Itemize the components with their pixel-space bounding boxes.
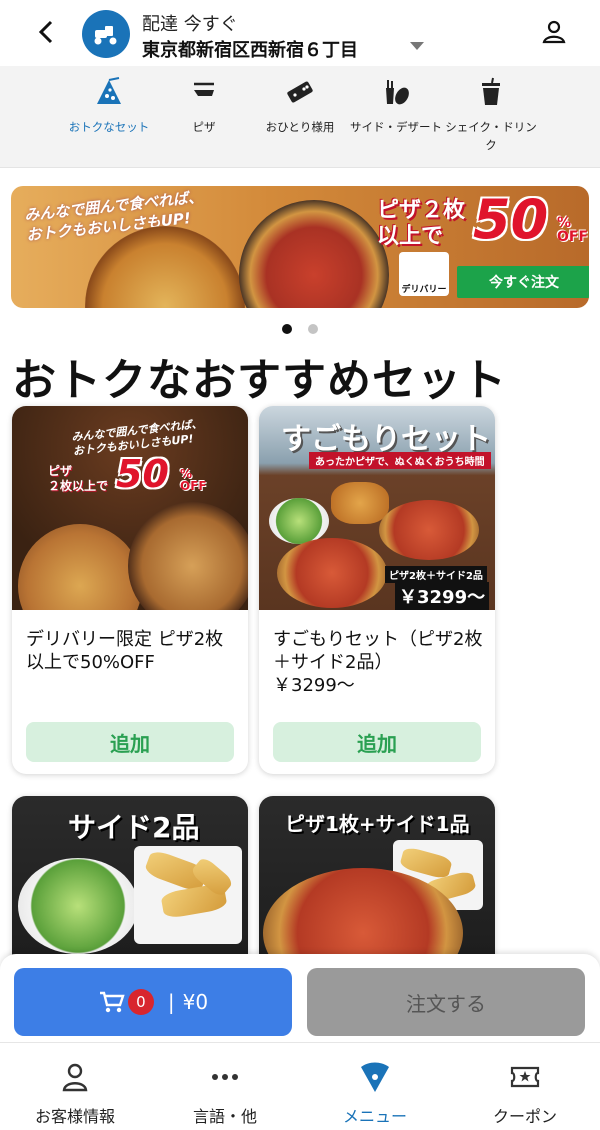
menu-pizza-icon: [361, 1062, 389, 1092]
salad-image: [269, 498, 329, 544]
banner-percent: %: [557, 215, 572, 231]
side-dessert-icon: [386, 80, 409, 105]
cart-icon: [99, 991, 125, 1013]
bottom-navigation: お客様情報 言語・他 メニュー クーポン: [0, 1042, 600, 1130]
carousel-dot-active[interactable]: [282, 324, 292, 334]
pizza-image: [277, 538, 387, 608]
category-tab-pizza[interactable]: ピザ: [156, 66, 252, 168]
banner-off: OFF: [557, 229, 589, 245]
product-image: みんなで囲んで食べれば、 おトクもおいしさもUP! ピザ ２枚以上で 50 % …: [12, 406, 248, 610]
pizza-icon: [194, 82, 214, 96]
category-label: シェイク・ドリンク: [445, 120, 537, 152]
pizza-image: [379, 500, 479, 560]
image-promo-line1: ピザ: [48, 464, 73, 478]
image-promo-line2: ２枚以上で: [48, 479, 109, 493]
category-label: おひとり様用: [265, 120, 335, 134]
banner-promo-line2: 以上で: [377, 224, 444, 249]
delivery-address[interactable]: 東京都新宿区西新宿６丁目: [142, 36, 358, 62]
image-promo: ピザ ２枚以上で: [48, 464, 108, 494]
image-discount-unit: % OFF: [180, 468, 207, 492]
nav-menu[interactable]: メニュー: [300, 1043, 450, 1130]
salad-image: [18, 858, 138, 954]
cart-separator: |: [167, 990, 175, 1014]
nav-customer-info[interactable]: お客様情報: [0, 1043, 150, 1130]
category-tab-deal-sets[interactable]: おトクなセット: [61, 66, 157, 168]
pizza-image: [18, 524, 142, 610]
banner-discount: 50: [473, 188, 549, 251]
caret-down-icon[interactable]: [410, 42, 424, 50]
order-now-button[interactable]: 今すぐ注文: [457, 266, 589, 298]
coupon-ticket-icon: [510, 1066, 540, 1088]
pizza-slice-icon: [97, 77, 121, 104]
nav-language-other[interactable]: 言語・他: [150, 1043, 300, 1130]
product-name: すごもりセット（ピザ2枚＋サイド2品） ￥3299〜: [273, 629, 483, 696]
image-headline: ピザ1枚+サイド1品: [285, 812, 470, 836]
back-arrow-icon: [38, 20, 53, 44]
image-price: ￥3299〜: [395, 582, 490, 610]
category-label: おトクなセット: [68, 120, 150, 134]
nav-label: メニュー: [342, 1107, 407, 1126]
back-button[interactable]: [28, 14, 64, 50]
account-icon: [542, 20, 566, 44]
carousel-indicator: [280, 324, 320, 336]
image-discount: 50: [116, 452, 169, 496]
category-bar: おトクなセット ピザ おひとり様用 サイド・デザート シェイク・ドリンク: [0, 66, 600, 168]
product-card[interactable]: すごもりセット あったかピザで、ぬくぬくおうち時間 ピザ2枚＋サイド2品 ￥32…: [259, 406, 495, 774]
account-button[interactable]: [538, 16, 570, 48]
banner-discount-unit: % OFF: [557, 216, 588, 244]
cart-count-badge: 0: [127, 989, 154, 1015]
product-card[interactable]: みんなで囲んで食べれば、 おトクもおいしさもUP! ピザ ２枚以上で 50 % …: [12, 406, 248, 774]
category-label: ピザ: [192, 120, 216, 134]
app-header: 配達 今すぐ 東京都新宿区西新宿６丁目: [0, 0, 600, 66]
add-button[interactable]: 追加: [273, 722, 481, 762]
product-image: すごもりセット あったかピザで、ぬくぬくおうち時間 ピザ2枚＋サイド2品 ￥32…: [259, 406, 495, 610]
scooter-icon: [82, 10, 130, 58]
drink-icon: [482, 77, 500, 105]
category-tab-drinks[interactable]: シェイク・ドリンク: [443, 66, 539, 168]
person-icon: [62, 1063, 88, 1092]
chicken-image: [331, 482, 389, 524]
category-tab-single[interactable]: おひとり様用: [252, 66, 348, 168]
domino-icon: [287, 81, 313, 103]
image-subtitle: あったかピザで、ぬくぬくおうち時間: [309, 452, 491, 469]
cart-button[interactable]: 0 | ¥0: [14, 968, 292, 1036]
product-name: デリバリー限定 ピザ2枚以上で50%OFF: [26, 629, 224, 673]
pizza-image: [85, 226, 245, 308]
nav-coupon[interactable]: クーポン: [450, 1043, 600, 1130]
category-tab-side-dessert[interactable]: サイド・デザート: [348, 66, 444, 168]
image-headline: サイド2品: [68, 811, 200, 844]
delivery-logo: デリバリー: [399, 252, 449, 296]
image-off: OFF: [180, 479, 207, 493]
delivery-mode[interactable]: 配達 今すぐ: [142, 10, 238, 36]
more-dots-icon: [212, 1074, 238, 1080]
cart-total: ¥0: [182, 990, 209, 1014]
carousel-dot[interactable]: [308, 324, 318, 334]
pizza-image: [239, 200, 389, 308]
nav-label: クーポン: [492, 1107, 557, 1126]
nav-label: お客様情報: [34, 1107, 115, 1126]
pizza-image: [128, 502, 248, 610]
category-label: サイド・デザート: [350, 120, 442, 134]
add-button[interactable]: 追加: [26, 722, 234, 762]
promo-banner[interactable]: みんなで囲んで食べれば、 おトクもおいしさもUP! ピザ２枚 以上で 50 % …: [11, 186, 589, 308]
cart-bar: 0 | ¥0 注文する: [0, 954, 600, 1042]
banner-promo: ピザ２枚 以上で: [377, 198, 465, 250]
nav-label: 言語・他: [192, 1107, 257, 1126]
section-title: おトクなおすすめセット: [12, 355, 507, 406]
banner-promo-line1: ピザ２枚: [377, 198, 466, 223]
image-caption: ピザ2枚＋サイド2品: [385, 566, 487, 583]
place-order-button[interactable]: 注文する: [307, 968, 585, 1036]
